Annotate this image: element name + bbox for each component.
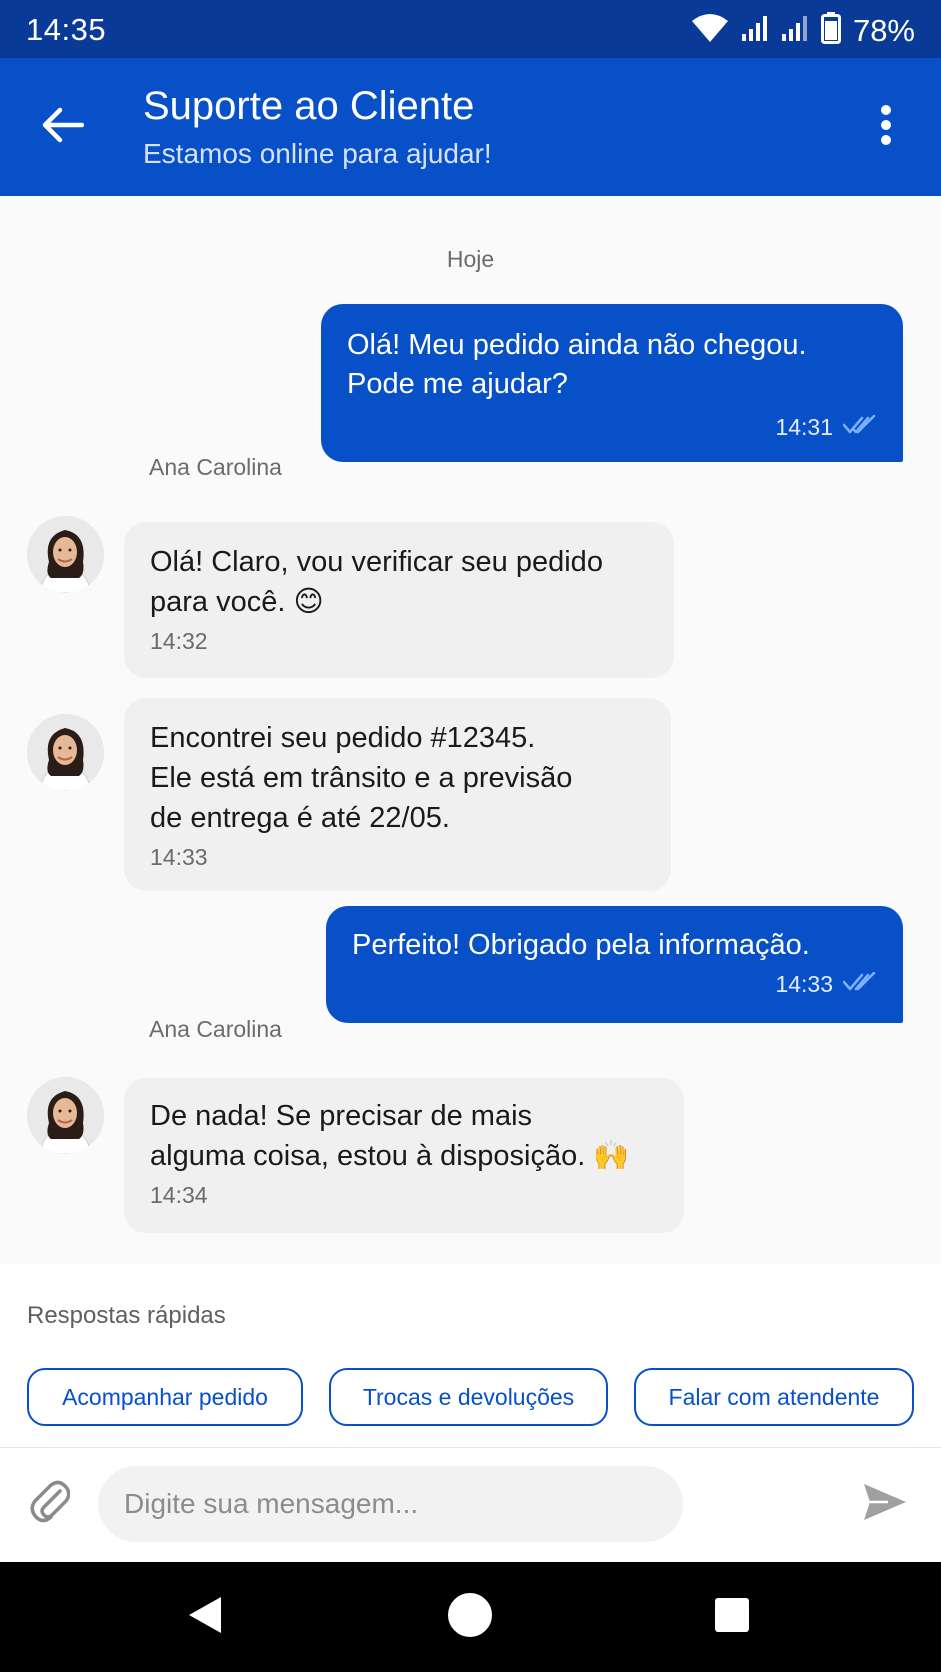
message-bubble-outgoing[interactable]: Perfeito! Obrigado pela informação. 14:3… <box>326 906 903 1023</box>
nav-back-button[interactable] <box>180 1592 230 1642</box>
arrow-left-icon <box>42 107 85 148</box>
back-triangle-icon <box>187 1595 223 1640</box>
message-meta: 14:31 <box>347 414 877 441</box>
message-input[interactable] <box>98 1466 683 1542</box>
double-check-icon <box>842 414 877 441</box>
message-time: 14:33 <box>150 844 208 870</box>
message-time: 14:32 <box>150 628 208 654</box>
message-bubble-incoming[interactable]: Olá! Claro, vou verificar seu pedido par… <box>124 522 674 678</box>
message-meta: 14:33 <box>352 971 877 998</box>
message-text: Olá! Meu pedido ainda não chegou. Pode m… <box>347 329 807 400</box>
message-text: Perfeito! Obrigado pela informação. <box>352 929 810 961</box>
avatar[interactable] <box>27 516 104 593</box>
avatar[interactable] <box>27 1077 104 1154</box>
message-composer <box>0 1448 941 1562</box>
wifi-icon <box>691 13 729 48</box>
date-divider: Hoje <box>446 246 495 272</box>
sender-name: Ana Carolina <box>149 1016 282 1042</box>
avatar[interactable] <box>27 714 104 791</box>
quick-replies: Respostas rápidas Acompanhar pedido Troc… <box>0 1264 941 1448</box>
quick-replies-title: Respostas rápidas <box>27 1302 226 1329</box>
message-text: De nada! Se precisar de mais alguma cois… <box>150 1100 630 1172</box>
signal-icon <box>741 14 769 47</box>
back-button[interactable] <box>38 102 88 152</box>
more-vertical-icon <box>880 104 892 150</box>
battery-icon <box>820 12 841 49</box>
page-subtitle: Estamos online para ajudar! <box>143 138 492 169</box>
message-time: 14:33 <box>775 971 833 997</box>
attach-button[interactable] <box>25 1478 75 1528</box>
battery-percentage: 78% <box>852 12 915 48</box>
message-text: Olá! Claro, vou verificar seu pedido par… <box>150 546 603 618</box>
status-bar: 14:35 78% <box>0 0 941 58</box>
message-bubble-incoming[interactable]: De nada! Se precisar de mais alguma cois… <box>124 1078 684 1233</box>
send-button[interactable] <box>857 1476 913 1532</box>
app-bar: Suporte ao Cliente Estamos online para a… <box>0 58 941 196</box>
message-time: 14:31 <box>775 414 833 440</box>
double-check-icon <box>842 971 877 998</box>
more-options-button[interactable] <box>861 102 911 152</box>
sender-name: Ana Carolina <box>149 454 282 480</box>
message-bubble-outgoing[interactable]: Olá! Meu pedido ainda não chegou. Pode m… <box>321 304 903 462</box>
nav-recents-button[interactable] <box>707 1592 757 1642</box>
chat-area[interactable]: Hoje Olá! Meu pedido ainda não chegou. P… <box>0 196 941 1264</box>
recents-square-icon <box>714 1597 750 1638</box>
message-time: 14:34 <box>150 1182 208 1208</box>
status-time: 14:35 <box>26 12 107 47</box>
paperclip-icon <box>30 1479 71 1528</box>
quick-reply-talk-to-agent[interactable]: Falar com atendente <box>634 1368 914 1426</box>
quick-reply-returns[interactable]: Trocas e devoluções <box>329 1368 608 1426</box>
signal-icon <box>781 14 809 47</box>
send-icon <box>862 1482 908 1527</box>
quick-reply-track-order[interactable]: Acompanhar pedido <box>27 1368 303 1426</box>
message-text: Encontrei seu pedido #12345. Ele está em… <box>150 722 573 834</box>
nav-home-button[interactable] <box>445 1592 495 1642</box>
message-bubble-incoming[interactable]: Encontrei seu pedido #12345. Ele está em… <box>124 698 671 891</box>
page-title: Suporte ao Cliente <box>143 84 475 128</box>
home-circle-icon <box>447 1592 493 1643</box>
navigation-bar <box>0 1562 941 1672</box>
status-icons: 78% <box>691 12 915 49</box>
